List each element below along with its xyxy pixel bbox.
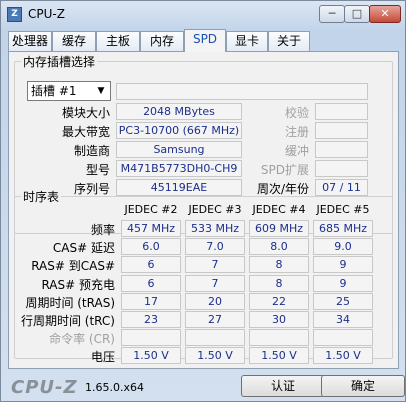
timing-value-cell: 22 xyxy=(249,293,309,310)
timing-row-label: 命令率 (CR) xyxy=(49,332,115,346)
module-size-value: 2048 MBytes xyxy=(116,103,242,120)
cpu-z-icon: Z xyxy=(7,7,22,22)
timing-value-cell: 609 MHz xyxy=(249,220,309,237)
buffered-value xyxy=(315,141,368,158)
timings-column-header: JEDEC #4 xyxy=(252,203,306,216)
timing-value-cell: 20 xyxy=(185,293,245,310)
registered-label: 注册 xyxy=(284,125,309,139)
timing-value-cell: 6 xyxy=(121,275,181,292)
timing-value-cell: 17 xyxy=(121,293,181,310)
timing-value-cell: 7 xyxy=(185,275,245,292)
week-year-value: 07 / 11 xyxy=(315,179,368,196)
cpu-z-logo: CPU-Z xyxy=(11,377,78,398)
timing-value-cell xyxy=(313,329,373,346)
registered-value xyxy=(315,122,368,139)
timing-value-cell: 9 xyxy=(313,256,373,273)
timing-value-cell: 9 xyxy=(313,275,373,292)
timing-value-cell: 533 MHz xyxy=(185,220,245,237)
timing-value-cell: 685 MHz xyxy=(313,220,373,237)
chevron-down-icon[interactable]: ▼ xyxy=(94,84,108,98)
tab-memory[interactable]: 内存 xyxy=(140,31,184,51)
max-bandwidth-label: 最大带宽 xyxy=(61,125,110,139)
timing-row-label: 电压 xyxy=(90,350,115,364)
minimize-button[interactable]: ─ xyxy=(319,5,345,23)
tab-cache[interactable]: 缓存 xyxy=(52,31,96,51)
timing-value-cell: 7.0 xyxy=(185,238,245,255)
module-size-label: 模块大小 xyxy=(61,106,110,120)
validate-button[interactable]: 认证 xyxy=(241,375,325,397)
timings-column-header: JEDEC #2 xyxy=(124,203,178,216)
window-title: CPU-Z xyxy=(28,7,65,21)
timing-value-cell: 6 xyxy=(121,256,181,273)
footer-bar: CPU-Z 1.65.0.x64 认证 确定 xyxy=(1,369,405,401)
slot-dropdown[interactable]: 插槽 #1 ▼ xyxy=(27,81,111,101)
slot-group-title: 内存插槽选择 xyxy=(21,53,98,70)
tab-processor[interactable]: 处理器 xyxy=(8,31,52,51)
timing-row-label: RAS# 预充电 xyxy=(41,278,115,292)
timing-value-cell: 25 xyxy=(313,293,373,310)
timing-value-cell: 9.0 xyxy=(313,238,373,255)
timing-value-cell: 1.50 V xyxy=(249,347,309,364)
title-bar[interactable]: Z CPU-Z ─ □ ✕ xyxy=(1,1,405,29)
timing-value-cell xyxy=(249,329,309,346)
close-button[interactable]: ✕ xyxy=(369,5,401,23)
timing-value-cell: 1.50 V xyxy=(185,347,245,364)
timing-value-cell: 30 xyxy=(249,311,309,328)
tab-about[interactable]: 关于 xyxy=(268,31,310,51)
timing-value-cell: 8.0 xyxy=(249,238,309,255)
timing-value-cell: 8 xyxy=(249,275,309,292)
tab-spd[interactable]: SPD xyxy=(184,29,226,52)
timing-value-cell: 1.50 V xyxy=(313,347,373,364)
part-number-value: M471B5773DH0-CH9 xyxy=(116,160,242,177)
manufacturer-label: 制造商 xyxy=(73,144,110,158)
timing-value-cell: 457 MHz xyxy=(121,220,181,237)
correction-label: 校验 xyxy=(284,106,309,120)
timing-value-cell: 8 xyxy=(249,256,309,273)
spd-ext-label: SPD扩展 xyxy=(260,163,309,177)
week-year-label: 周次/年份 xyxy=(256,182,309,196)
timings-group-title: 时序表 xyxy=(21,188,62,205)
timing-row-label: 行周期时间 (tRC) xyxy=(20,314,115,328)
timings-column-header: JEDEC #5 xyxy=(316,203,370,216)
timing-value-cell xyxy=(121,329,181,346)
timing-row-label: CAS# 延迟 xyxy=(52,241,115,255)
timing-row-label: RAS# 到CAS# xyxy=(31,259,115,273)
timing-value-cell: 6.0 xyxy=(121,238,181,255)
slot-selected-value: 插槽 #1 xyxy=(31,84,77,98)
timing-value-cell xyxy=(185,329,245,346)
timing-value-cell: 27 xyxy=(185,311,245,328)
manufacturer-value: Samsung xyxy=(116,141,242,158)
maximize-button[interactable]: □ xyxy=(344,5,370,23)
timing-value-cell: 34 xyxy=(313,311,373,328)
spd-ext-value xyxy=(315,160,368,177)
ok-button[interactable]: 确定 xyxy=(321,375,405,397)
serial-value: 45119EAE xyxy=(116,179,242,196)
spd-panel: 内存插槽选择 插槽 #1 ▼ 模块大小 2048 MBytes 校验 最大带宽 … xyxy=(8,51,399,369)
memory-type-value xyxy=(116,83,368,100)
timing-value-cell: 23 xyxy=(121,311,181,328)
correction-value xyxy=(315,103,368,120)
buffered-label: 缓冲 xyxy=(284,144,309,158)
timing-row-label: 频率 xyxy=(90,223,115,237)
timings-column-header: JEDEC #3 xyxy=(188,203,242,216)
timing-value-cell: 7 xyxy=(185,256,245,273)
timing-row-label: 周期时间 (tRAS) xyxy=(25,296,115,310)
version-text: 1.65.0.x64 xyxy=(85,381,144,394)
timings-group: 时序表 JEDEC #2 JEDEC #3 JEDEC #4 JEDEC #5 … xyxy=(14,188,393,364)
tab-graphics[interactable]: 显卡 xyxy=(226,31,268,51)
max-bandwidth-value: PC3-10700 (667 MHz) xyxy=(116,122,242,139)
tab-mainboard[interactable]: 主板 xyxy=(96,31,140,51)
cpuz-window: Z CPU-Z ─ □ ✕ 处理器 缓存 主板 内存 SPD 显卡 关于 内存插… xyxy=(0,0,406,402)
timing-value-cell: 1.50 V xyxy=(121,347,181,364)
part-number-label: 型号 xyxy=(85,163,110,177)
